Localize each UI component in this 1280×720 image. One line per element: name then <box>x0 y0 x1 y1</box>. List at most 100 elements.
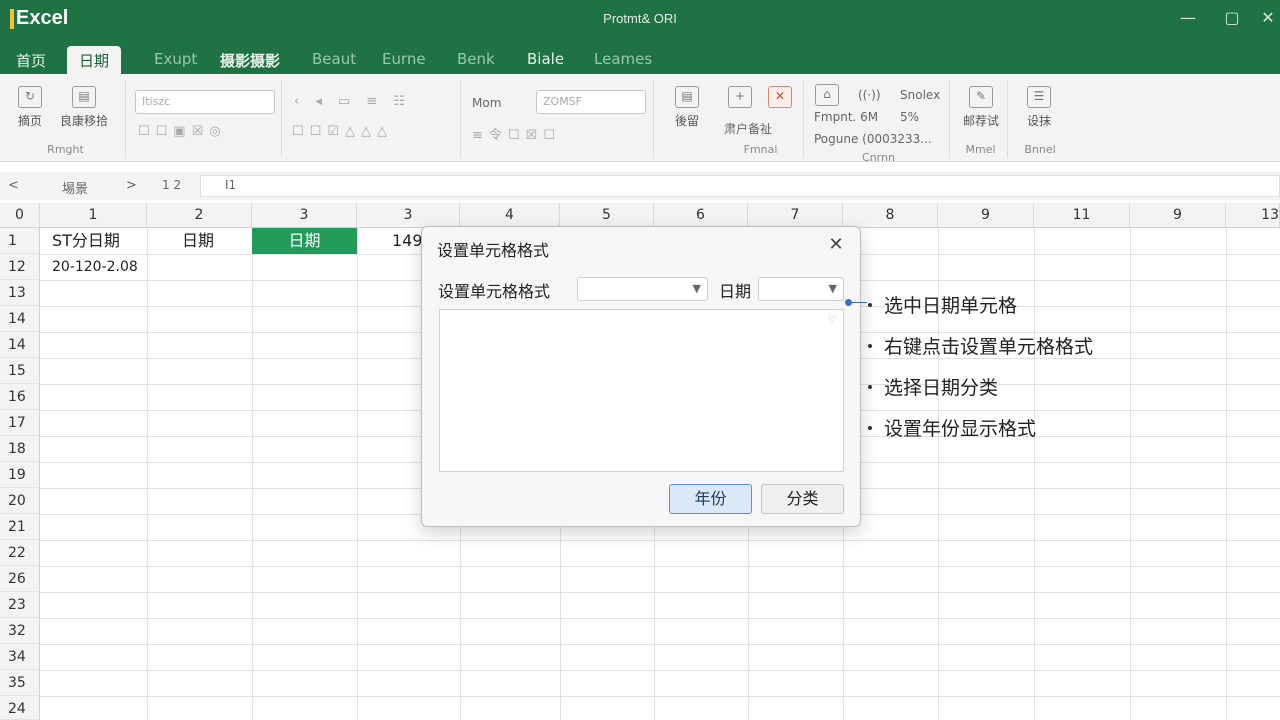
delete-button[interactable]: ✕ <box>762 86 798 112</box>
ribbon-group-font: Itiszc ☐☐▣☒◎ <box>130 80 282 158</box>
review-button[interactable]: ✎ 邮荐试 <box>960 86 1002 129</box>
row-header[interactable]: 17 <box>0 410 40 436</box>
dialog-title: 设置单元格格式 <box>437 241 550 260</box>
format-preview-list[interactable]: ♡ <box>439 309 844 472</box>
tab-exupt[interactable]: Exupt <box>142 46 209 74</box>
group-caption-cells: Cnrnn <box>862 151 895 164</box>
font-size-input[interactable]: ZOMSF <box>536 90 646 114</box>
move-button-label: 良康移拾 <box>59 114 108 128</box>
chart-button[interactable]: ⌂ <box>812 84 842 110</box>
row-header[interactable]: 32 <box>0 618 40 644</box>
row-header[interactable]: 18 <box>0 436 40 462</box>
date-field-label: 日期 <box>719 282 752 301</box>
row-header[interactable]: 20 <box>0 488 40 514</box>
row-header[interactable]: 19 <box>0 462 40 488</box>
insert-button[interactable]: + <box>722 86 758 112</box>
cell-a1[interactable]: ST分日期 <box>52 228 146 254</box>
row-header[interactable]: 24 <box>0 696 40 720</box>
fill-label[interactable]: 肃户备祉 <box>724 120 772 137</box>
signal-icon[interactable]: ((·)) <box>858 88 881 102</box>
tab-leames[interactable]: Leames <box>582 46 664 74</box>
row-header[interactable]: 35 <box>0 670 40 696</box>
column-header[interactable]: 9 <box>1130 203 1226 228</box>
row-header[interactable]: 14 <box>0 306 40 332</box>
column-header[interactable]: 6 <box>654 203 748 228</box>
row-header[interactable]: 34 <box>0 644 40 670</box>
ribbon-group-fill: + ✕ 肃户备祉 Fmnal <box>718 80 804 158</box>
title-bar: Excel Protmt& ORI — ▢ ✕ <box>0 0 1280 40</box>
font-name-input[interactable]: Itiszc <box>135 90 275 114</box>
row-header[interactable]: 13 <box>0 280 40 306</box>
row-header[interactable]: 22 <box>0 540 40 566</box>
review-icon: ✎ <box>969 86 993 108</box>
nav-back-icon[interactable]: < <box>8 178 19 193</box>
row-header[interactable]: 1 <box>0 228 40 254</box>
cell-d1[interactable]: 149 <box>392 228 422 254</box>
column-header[interactable]: 3 <box>252 203 357 228</box>
document-icon: ▤ <box>675 86 699 108</box>
row-header[interactable]: 16 <box>0 384 40 410</box>
column-header[interactable]: 13 <box>1226 203 1280 228</box>
grid-line <box>357 228 358 720</box>
tab-benk[interactable]: Benk <box>445 46 507 74</box>
ribbon-group-cells: ⌂ ((·)) Snolex Fmpnt. 6M 5% Pogune (0003… <box>808 80 950 164</box>
column-header[interactable]: 8 <box>843 203 938 228</box>
tab-home[interactable]: 首页 <box>4 46 58 74</box>
insert-icon: + <box>728 86 752 108</box>
grid-line <box>252 228 253 720</box>
cell-a2[interactable]: 20-120-2.08 <box>52 254 146 280</box>
minimize-icon[interactable]: — <box>1176 8 1200 30</box>
column-header[interactable]: 11 <box>1034 203 1130 228</box>
cell-b1[interactable]: 日期 <box>182 228 242 254</box>
design-button-label: 设抹 <box>1026 114 1051 128</box>
nav-forward-icon[interactable]: > <box>126 178 137 193</box>
column-header[interactable]: 2 <box>147 203 252 228</box>
cell-c1-selected[interactable]: 日期 <box>252 228 357 254</box>
number-format-icons[interactable]: ≡令☐☒☐ <box>472 124 561 143</box>
tab-photo[interactable]: 摄影摄影 <box>208 46 292 74</box>
row-header[interactable]: 23 <box>0 592 40 618</box>
row-header[interactable]: 15 <box>0 358 40 384</box>
date-select[interactable]: ▼ <box>758 277 844 301</box>
ribbon-group-design: ☰ 设抹 Bnnel <box>1012 80 1068 158</box>
name-box[interactable]: 埸景 <box>62 178 88 197</box>
close-icon[interactable]: ✕ <box>824 233 848 257</box>
column-header[interactable]: 7 <box>748 203 843 228</box>
page-button[interactable]: ↻ 摘页 <box>10 86 50 129</box>
bullet-icon <box>868 302 872 307</box>
category-button[interactable]: 分类 <box>761 484 844 514</box>
format-field-label: 设置单元格格式 <box>438 282 551 301</box>
format-button[interactable]: ▤ 後留 <box>662 86 712 129</box>
column-header[interactable]: 5 <box>560 203 654 228</box>
maximize-icon[interactable]: ▢ <box>1220 8 1244 30</box>
column-header[interactable]: 1 <box>40 203 147 228</box>
row-header[interactable]: 14 <box>0 332 40 358</box>
tab-date[interactable]: 日期 <box>67 46 122 74</box>
font-format-icons[interactable]: ☐☐▣☒◎ <box>138 124 227 139</box>
callout-step-2: 右键点击设置单元格格式 <box>868 332 1093 359</box>
column-header-corner[interactable]: 0 <box>0 203 40 228</box>
tab-biale[interactable]: Biale <box>515 46 576 74</box>
cell-reference: 1 2 <box>162 178 182 192</box>
formula-input[interactable] <box>200 175 1280 197</box>
tab-eurne[interactable]: Eurne <box>370 46 438 74</box>
row-header[interactable]: 12 <box>0 254 40 280</box>
ribbon-group-review: ✎ 邮荐试 Mmel <box>954 80 1008 158</box>
column-header[interactable]: 9 <box>938 203 1034 228</box>
alignment-icons-top[interactable]: ‹ ◂ ▭ ≡ ☷ <box>294 94 411 109</box>
column-header[interactable]: 3 <box>357 203 460 228</box>
refresh-icon: ↻ <box>18 86 42 108</box>
design-button[interactable]: ☰ 设抹 <box>1018 86 1060 129</box>
tab-beaut[interactable]: Beaut <box>300 46 368 74</box>
group-caption-clipboard: Rmght <box>47 143 84 156</box>
review-button-label: 邮荐试 <box>962 114 999 128</box>
year-button[interactable]: 年份 <box>669 484 752 514</box>
move-button[interactable]: ▤ 良康移拾 <box>54 86 114 129</box>
close-window-icon[interactable]: ✕ <box>1256 8 1280 30</box>
column-header[interactable]: 4 <box>460 203 560 228</box>
callout-text: 选择日期分类 <box>884 377 999 399</box>
alignment-icons-bottom[interactable]: ☐☐☑△△△ <box>292 124 393 139</box>
row-header[interactable]: 26 <box>0 566 40 592</box>
format-select[interactable]: ▼ <box>577 277 708 301</box>
row-header[interactable]: 21 <box>0 514 40 540</box>
